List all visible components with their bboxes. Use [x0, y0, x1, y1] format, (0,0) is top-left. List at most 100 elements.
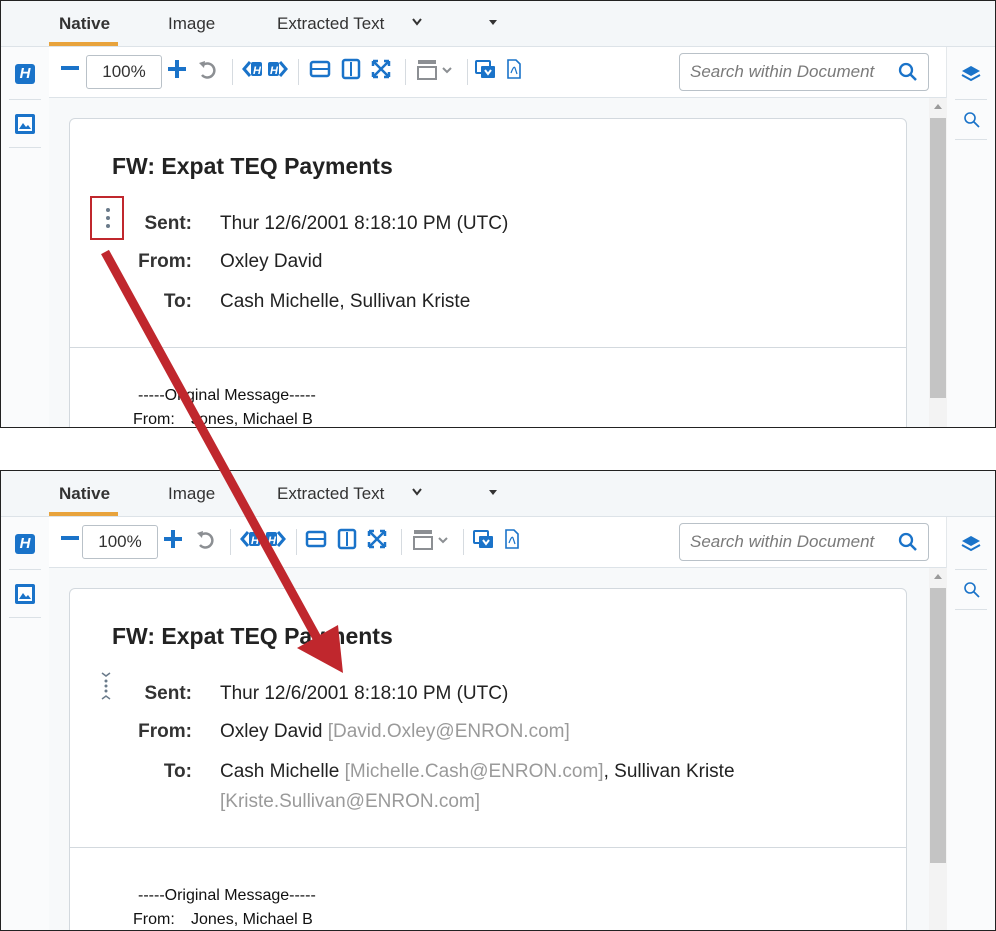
chevron-down-icon[interactable] [411, 17, 423, 27]
zoom-in-icon[interactable] [164, 530, 182, 548]
tab-image[interactable]: Image [168, 14, 215, 34]
from-label: From: [138, 721, 192, 742]
prev-hit-icon[interactable]: H [242, 59, 264, 79]
toolbar-divider [230, 529, 231, 555]
left-rail: H [1, 47, 50, 427]
from-label: From: [138, 251, 192, 272]
original-from-label: From: [133, 911, 175, 928]
zoom-in-icon[interactable] [168, 60, 186, 78]
fit-width-icon[interactable] [305, 529, 327, 549]
original-from-value: Jones, Michael B [191, 411, 313, 428]
to-value: Cash Michelle, Sullivan Kriste [220, 291, 471, 312]
sent-label: Sent: [144, 213, 193, 234]
search-icon[interactable] [963, 111, 981, 129]
document-viewer: FW: Expat TEQ Payments Sent: Thur 12/6/2… [49, 98, 929, 427]
vertical-scrollbar[interactable] [929, 568, 947, 930]
rotate-icon[interactable] [195, 529, 217, 549]
to-email-2: [Kriste.Sullivan@ENRON.com] [220, 791, 481, 812]
left-rail: H [1, 517, 50, 930]
zoom-out-icon[interactable] [61, 65, 79, 71]
to-name-2: Sullivan Kriste [614, 761, 735, 782]
fit-width-icon[interactable] [309, 59, 331, 79]
highlight-icon[interactable]: H [15, 64, 35, 84]
tab-menu-caret-icon[interactable] [489, 490, 497, 495]
toolbar: 100% H H [49, 47, 947, 98]
tab-bar: Native Image Extracted Text [1, 471, 995, 517]
search-icon[interactable] [898, 532, 918, 557]
image-icon[interactable] [15, 584, 35, 604]
toolbar-divider [296, 529, 297, 555]
from-value: Oxley David [David.Oxley@ENRON.com] [220, 721, 570, 743]
zoom-level-input[interactable]: 100% [86, 55, 162, 89]
tab-menu-caret-icon[interactable] [489, 20, 497, 25]
download-icon[interactable] [473, 529, 495, 551]
zoom-out-icon[interactable] [61, 535, 79, 541]
scrollbar-thumb[interactable] [930, 588, 946, 863]
rotate-icon[interactable] [197, 59, 219, 79]
scroll-up-icon[interactable] [934, 574, 942, 579]
tab-image[interactable]: Image [168, 484, 215, 504]
highlight-icon[interactable]: H [15, 534, 35, 554]
document-search-box[interactable] [679, 523, 929, 561]
svg-text:H: H [270, 65, 279, 77]
prev-hit-icon[interactable]: H [240, 529, 262, 549]
svg-text:H: H [268, 535, 277, 547]
tab-extracted-text[interactable]: Extracted Text [277, 484, 384, 504]
toolbar-divider [401, 529, 402, 555]
header-divider [70, 847, 906, 848]
right-rail [946, 517, 995, 930]
next-hit-icon[interactable]: H [266, 59, 288, 79]
fit-height-icon[interactable] [340, 58, 362, 80]
download-icon[interactable] [475, 59, 497, 81]
fit-page-icon[interactable] [370, 58, 392, 80]
fit-height-icon[interactable] [336, 528, 358, 550]
from-name: Oxley David [220, 721, 323, 742]
original-message-separator: -----Original Message----- [138, 387, 316, 404]
toolbar-divider [467, 59, 468, 85]
vertical-scrollbar[interactable] [929, 98, 947, 427]
rail-divider [955, 609, 987, 610]
to-label: To: [163, 761, 192, 782]
search-icon[interactable] [963, 581, 981, 599]
to-email-1: [Michelle.Cash@ENRON.com] [344, 761, 604, 782]
toolbar-divider [298, 59, 299, 85]
to-value-line-1: Cash Michelle [Michelle.Cash@ENRON.com],… [220, 761, 735, 783]
next-hit-icon[interactable]: H [264, 529, 286, 549]
layers-icon[interactable] [961, 534, 981, 554]
toolbar-divider [232, 59, 233, 85]
pdf-icon[interactable] [506, 59, 522, 79]
rail-divider [9, 569, 41, 570]
email-document: FW: Expat TEQ Payments Sent: Thur 12/6/2… [69, 588, 907, 930]
svg-text:H: H [253, 65, 262, 77]
page-layout-icon[interactable] [413, 529, 453, 551]
chevron-down-icon[interactable] [411, 487, 423, 497]
page-layout-icon[interactable] [417, 59, 457, 81]
from-email: [David.Oxley@ENRON.com] [327, 721, 570, 742]
original-message-separator: -----Original Message----- [138, 887, 316, 904]
zoom-level-input[interactable]: 100% [82, 525, 158, 559]
right-rail [946, 47, 995, 427]
original-from-label: From: [133, 411, 175, 428]
document-search-box[interactable] [679, 53, 929, 91]
rail-divider [955, 139, 987, 140]
toolbar-divider [405, 59, 406, 85]
from-value: Oxley David [220, 251, 323, 272]
tab-extracted-text[interactable]: Extracted Text [277, 14, 384, 34]
email-document: FW: Expat TEQ Payments Sent: Thur 12/6/2… [69, 118, 907, 428]
layers-icon[interactable] [961, 64, 981, 84]
active-tab-indicator [49, 42, 118, 46]
scrollbar-thumb[interactable] [930, 118, 946, 398]
search-icon[interactable] [898, 62, 918, 87]
rail-divider [9, 617, 41, 618]
tab-native[interactable]: Native [59, 484, 110, 504]
rail-divider [9, 99, 41, 100]
fit-page-icon[interactable] [366, 528, 388, 550]
scroll-up-icon[interactable] [934, 104, 942, 109]
search-input[interactable] [690, 532, 890, 552]
search-input[interactable] [690, 62, 890, 82]
pdf-icon[interactable] [504, 529, 520, 549]
image-icon[interactable] [15, 114, 35, 134]
tab-native[interactable]: Native [59, 14, 110, 34]
to-label: To: [163, 291, 192, 312]
viewer-panel-expanded: Native Image Extracted Text H 100% H H S… [0, 470, 996, 931]
